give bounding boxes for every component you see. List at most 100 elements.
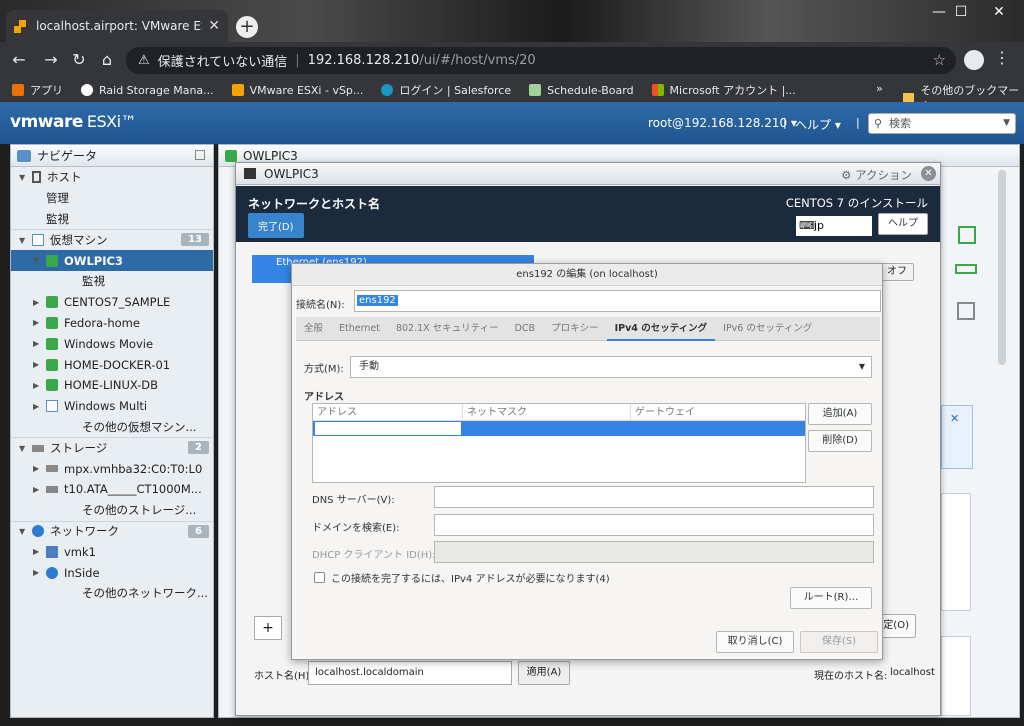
- sidebar-item[interactable]: ▼ ストレージ 2: [11, 437, 213, 458]
- actions-menu[interactable]: ⚙ アクション: [841, 167, 912, 183]
- sidebar-item[interactable]: ▶ t10.ATA_____CT1000M...: [11, 479, 213, 500]
- expand-down-icon[interactable]: ▼: [19, 173, 29, 182]
- table-row[interactable]: [313, 421, 805, 436]
- hostname-input[interactable]: localhost.localdomain: [308, 661, 512, 685]
- add-interface-button[interactable]: +: [254, 616, 282, 640]
- sidebar-item[interactable]: その他のストレージ...: [11, 500, 213, 521]
- home-icon[interactable]: ⌂: [96, 50, 118, 69]
- expand-down-icon[interactable]: ▼: [19, 527, 29, 536]
- sidebar-item[interactable]: ▶ Fedora-home: [11, 313, 213, 334]
- sidebar-item[interactable]: その他のネットワーク...: [11, 583, 213, 604]
- expand-right-icon[interactable]: ▶: [33, 568, 43, 577]
- method-select[interactable]: 手動: [350, 356, 872, 378]
- bookmark-star-icon[interactable]: ☆: [933, 51, 946, 69]
- sidebar-item[interactable]: ▶ vmk1: [11, 541, 213, 562]
- tab-item[interactable]: プロキシー: [543, 317, 607, 341]
- tab-item[interactable]: 全般: [296, 317, 331, 341]
- sidebar-item-label: HOME-LINUX-DB: [64, 378, 159, 393]
- search-input[interactable]: ⚲ 検索 ▼: [868, 113, 1016, 134]
- bookmark-schedule-board[interactable]: Schedule-Board: [529, 84, 634, 97]
- sidebar-item[interactable]: ▼ ネットワーク 6: [11, 520, 213, 542]
- sidebar-item[interactable]: ▶ CENTOS7_SAMPLE: [11, 292, 213, 313]
- delete-address-button[interactable]: 削除(D): [808, 430, 872, 452]
- sidebar-item[interactable]: ▼ ホスト: [11, 167, 213, 188]
- column-gateway: ゲートウェイ: [635, 407, 695, 418]
- disk-icon: [32, 444, 44, 452]
- profile-avatar[interactable]: [964, 50, 984, 70]
- menu-dots-icon[interactable]: ⋮: [994, 48, 1010, 67]
- add-address-button[interactable]: 追加(A): [808, 403, 872, 425]
- maximize-window-icon[interactable]: ☐: [946, 4, 976, 20]
- expand-right-icon[interactable]: ▶: [33, 547, 43, 556]
- close-tab-icon[interactable]: ✕: [208, 18, 220, 34]
- apply-button[interactable]: 適用(A): [518, 661, 570, 685]
- done-button[interactable]: 完了(D): [248, 213, 304, 238]
- sidebar-item[interactable]: ▼ 仮想マシン 13: [11, 229, 213, 250]
- sidebar-item[interactable]: ▼ OWLPIC3: [11, 250, 213, 271]
- dns-input[interactable]: [434, 486, 874, 508]
- sidebar-item-label: ホスト: [47, 170, 82, 185]
- sidebar-item[interactable]: 監視: [11, 209, 213, 230]
- tab-item[interactable]: Ethernet: [331, 317, 388, 341]
- collapse-panel-icon[interactable]: [195, 150, 205, 160]
- sidebar-item[interactable]: ▶ InSide: [11, 562, 213, 583]
- tab-item[interactable]: 802.1X セキュリティー: [388, 317, 507, 341]
- disk-icon: [46, 465, 58, 473]
- expand-down-icon[interactable]: ▼: [33, 256, 43, 265]
- forward-icon[interactable]: →: [40, 50, 62, 69]
- sidebar-item[interactable]: その他の仮想マシン...: [11, 417, 213, 438]
- main-scrollbar[interactable]: [998, 170, 1006, 365]
- count-badge: 6: [188, 524, 209, 538]
- sidebar-item[interactable]: 監視: [11, 271, 213, 292]
- expand-right-icon[interactable]: ▶: [33, 360, 43, 369]
- user-menu[interactable]: root@192.168.128.210 ▾: [648, 116, 797, 130]
- expand-right-icon[interactable]: ▶: [33, 298, 43, 307]
- sidebar-item-label: CENTOS7_SAMPLE: [64, 295, 171, 310]
- cancel-button[interactable]: 取り消し(C): [716, 631, 794, 653]
- save-button[interactable]: 保存(S): [800, 631, 878, 653]
- bookmark-salesforce[interactable]: ログイン | Salesforce: [381, 82, 511, 98]
- navigator-panel: ナビゲータ ▼ ホスト 管理 監視 ▼ 仮想マシン 13 ▼ OWLPIC3 監視 ▶ CENTOS7…: [10, 144, 214, 718]
- bookmarks-more-icon[interactable]: »: [876, 82, 883, 95]
- bookmark-apps[interactable]: アプリ: [12, 82, 63, 98]
- expand-down-icon[interactable]: ▼: [19, 444, 29, 453]
- tab-item[interactable]: IPv6 のセッティング: [715, 317, 820, 341]
- close-window-icon[interactable]: ✕: [984, 4, 1014, 20]
- bookmark-microsoft[interactable]: Microsoft アカウント |...: [651, 82, 796, 98]
- close-icon[interactable]: ✕: [921, 166, 936, 181]
- expand-right-icon[interactable]: ▶: [33, 381, 43, 390]
- expand-right-icon[interactable]: ▶: [33, 402, 43, 411]
- search-domain-input[interactable]: [434, 514, 874, 536]
- sidebar-item[interactable]: ▶ HOME-LINUX-DB: [11, 375, 213, 396]
- expand-right-icon[interactable]: ▶: [33, 318, 43, 327]
- address-toolbar: ← → ↻ ⌂ ⚠ 保護されていない通信 | 192.168.128.210/u…: [0, 42, 1024, 78]
- url-bar[interactable]: ⚠ 保護されていない通信 | 192.168.128.210/ui/#/host…: [126, 47, 956, 74]
- help-button[interactable]: ヘルプ: [878, 213, 928, 235]
- sidebar-item[interactable]: 管理: [11, 188, 213, 209]
- sidebar-item[interactable]: ▶ Windows Multi: [11, 396, 213, 417]
- browser-tab[interactable]: localhost.airport: VMware ESXi ✕: [6, 10, 228, 42]
- sidebar-item[interactable]: ▶ HOME-DOCKER-01: [11, 354, 213, 375]
- sidebar-item[interactable]: ▶ mpx.vmhba32:C0:T0:L0: [11, 458, 213, 479]
- connection-name-input[interactable]: ens192: [354, 290, 881, 312]
- require-ipv4-checkbox[interactable]: [314, 572, 325, 583]
- expand-right-icon[interactable]: ▶: [33, 339, 43, 348]
- require-ipv4-checkbox-row[interactable]: この接続を完了するには、IPv4 アドレスが必要になります(4): [314, 570, 610, 585]
- tab-item[interactable]: DCB: [507, 317, 543, 341]
- new-tab-button[interactable]: +: [236, 16, 258, 38]
- sidebar-item-label: HOME-DOCKER-01: [64, 357, 171, 372]
- expand-right-icon[interactable]: ▶: [33, 485, 43, 494]
- bookmark-vmware-esxi[interactable]: VMware ESXi - vSp...: [231, 84, 363, 97]
- tab-item[interactable]: IPv4 のセッティング: [606, 317, 716, 341]
- help-menu[interactable]: ヘルプ ▾: [795, 116, 841, 133]
- keyboard-layout[interactable]: jp: [796, 216, 872, 236]
- expand-right-icon[interactable]: ▶: [33, 464, 43, 473]
- back-icon[interactable]: ←: [8, 50, 30, 69]
- sidebar-item[interactable]: ▶ Windows Movie: [11, 333, 213, 354]
- bookmark-raid-storage[interactable]: Raid Storage Mana...: [81, 84, 214, 97]
- routes-button[interactable]: ルート(R)…: [790, 587, 872, 609]
- notification-close-icon[interactable]: ✕: [950, 412, 959, 425]
- reload-icon[interactable]: ↻: [68, 50, 90, 69]
- address-cell-input[interactable]: [315, 422, 461, 435]
- expand-down-icon[interactable]: ▼: [19, 236, 29, 245]
